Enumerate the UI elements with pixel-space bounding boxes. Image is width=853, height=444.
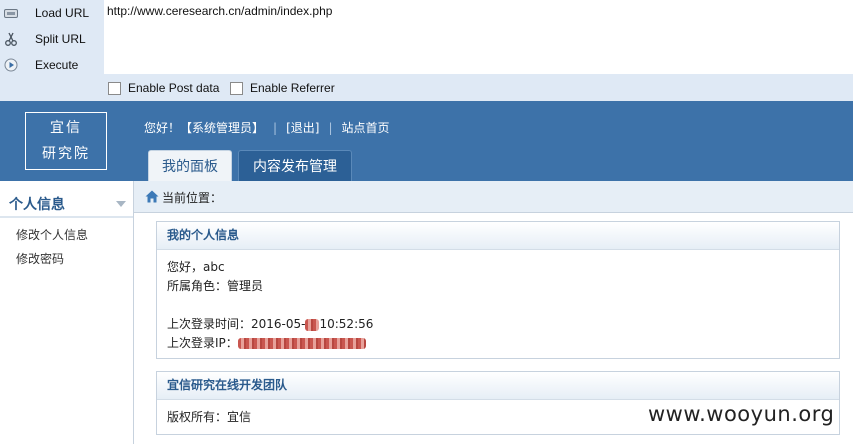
watermark-text: www.wooyun.org: [648, 402, 835, 426]
hackbar-actions: Load URL Split URL Execute: [0, 0, 104, 78]
home-icon: [145, 190, 159, 203]
site-home-link[interactable]: 站点首页: [341, 119, 389, 136]
logo-line-2: 研究院: [42, 146, 90, 162]
hackbar-toolbar: Load URL Split URL Execute http://www.ce…: [0, 0, 853, 101]
divider: |: [273, 120, 278, 135]
left-sidebar: 个人信息 修改个人信息 修改密码: [0, 181, 134, 444]
split-url-label: Split URL: [35, 32, 86, 46]
last-login-time: 上次登录时间：2016-05- 10:52:56: [167, 315, 829, 334]
site-logo: 宜信 研究院: [25, 112, 107, 170]
divider: |: [328, 120, 333, 135]
breadcrumb-label: 当前位置：: [162, 191, 223, 205]
checkbox-box[interactable]: [108, 81, 121, 95]
url-textarea[interactable]: http://www.ceresearch.cn/admin/index.php: [104, 0, 853, 74]
split-url-button[interactable]: Split URL: [0, 27, 104, 51]
load-url-label: Load URL: [35, 6, 90, 20]
panel-body: 您好，abc 所属角色：管理员 上次登录时间：2016-05- 10:52:56 …: [157, 250, 839, 361]
enable-post-label: Enable Post data: [128, 81, 220, 95]
enable-referrer-checkbox[interactable]: Enable Referrer: [230, 81, 335, 95]
last-login-suffix: 10:52:56: [319, 317, 374, 331]
last-ip-label: 上次登录IP：: [167, 336, 238, 350]
chevron-down-icon[interactable]: [116, 201, 126, 207]
redacted-blur: [237, 338, 366, 349]
tab-my-dashboard[interactable]: 我的面板: [148, 150, 232, 181]
breadcrumb: 当前位置：: [134, 181, 853, 213]
sidebar-section-header[interactable]: 个人信息: [0, 190, 133, 218]
scissors-icon: [4, 32, 18, 46]
logo-line-1: 宜信: [50, 120, 82, 136]
load-url-button[interactable]: Load URL: [0, 1, 104, 25]
profile-panel: 我的个人信息 您好，abc 所属角色：管理员 上次登录时间：2016-05- 10…: [156, 221, 840, 359]
site-header: 宜信 研究院 您好！【系统管理员】 | [退出] | 站点首页 我的面板 内容发…: [0, 101, 853, 181]
enable-referrer-label: Enable Referrer: [250, 81, 335, 95]
panel-title: 宜信研究在线开发团队: [157, 372, 839, 400]
last-login-prefix: 上次登录时间：2016-05-: [167, 317, 306, 331]
load-url-icon: [4, 6, 18, 20]
tab-content-management[interactable]: 内容发布管理: [238, 150, 352, 181]
sidebar-item-change-password[interactable]: 修改密码: [16, 250, 64, 267]
greeting-text: 您好！【系统管理员】: [144, 121, 265, 135]
enable-post-checkbox[interactable]: Enable Post data: [108, 81, 219, 95]
sidebar-item-edit-profile[interactable]: 修改个人信息: [16, 226, 88, 243]
sidebar-section-title: 个人信息: [9, 197, 65, 213]
hello-text: 您好，abc: [167, 260, 225, 274]
tab-label: 我的面板: [162, 159, 218, 175]
user-bar: 您好！【系统管理员】 | [退出] | 站点首页: [144, 119, 390, 136]
execute-label: Execute: [35, 58, 79, 72]
checkbox-box[interactable]: [230, 81, 243, 95]
play-icon: [4, 58, 18, 72]
last-login-ip: 上次登录IP：: [167, 334, 829, 353]
logout-link[interactable]: [退出]: [286, 119, 319, 136]
execute-button[interactable]: Execute: [0, 53, 104, 77]
redacted-blur: [305, 318, 320, 331]
tab-label: 内容发布管理: [253, 159, 337, 175]
panel-title: 我的个人信息: [157, 222, 839, 250]
role-text: 所属角色：管理员: [167, 279, 264, 293]
